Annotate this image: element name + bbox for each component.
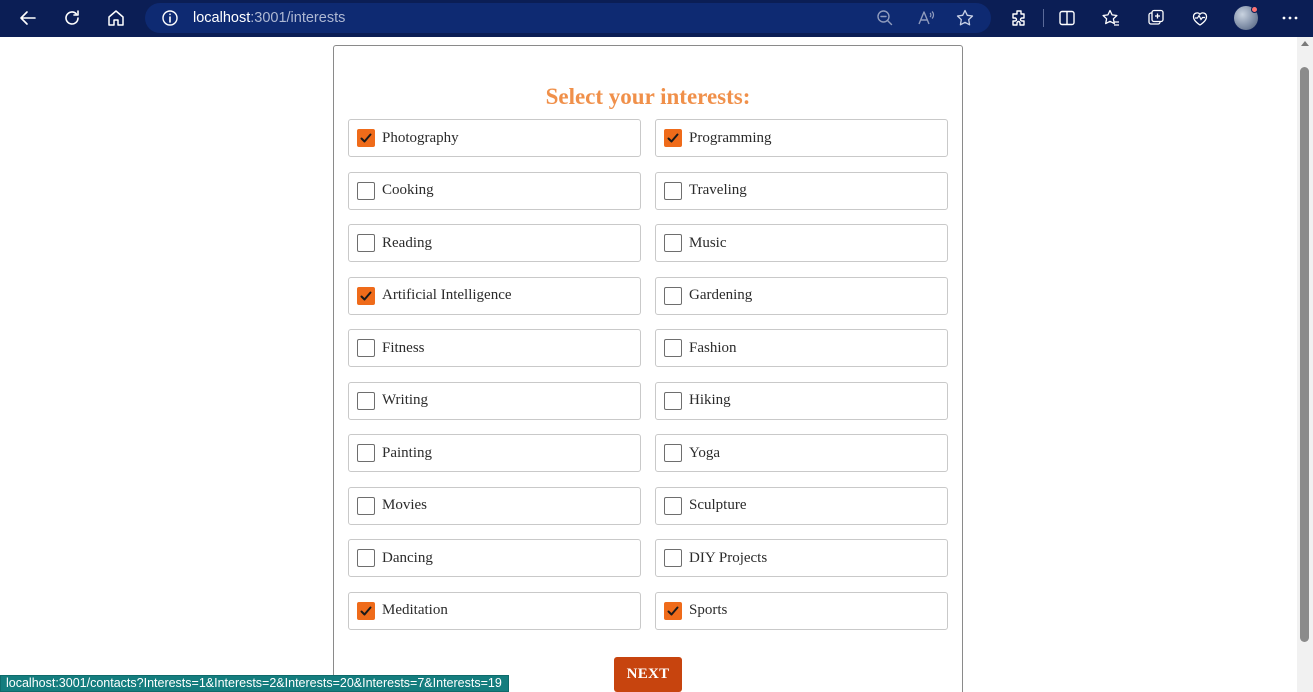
checkmark-icon (667, 133, 679, 143)
favorites-icon[interactable] (1096, 4, 1126, 32)
interest-option[interactable]: Programming (655, 119, 948, 157)
interest-option[interactable]: Sports (655, 591, 948, 630)
interest-label: Meditation (382, 602, 448, 618)
extensions-icon[interactable] (1004, 4, 1034, 32)
zoom-icon[interactable] (875, 8, 895, 28)
browser-toolbar: localhost:3001/interests (0, 0, 1313, 37)
more-menu-icon[interactable] (1275, 4, 1305, 32)
checkbox-checked[interactable] (357, 129, 375, 147)
checkbox-unchecked[interactable] (357, 496, 375, 515)
interest-label: Fitness (382, 339, 425, 356)
interest-label: Hiking (689, 392, 731, 408)
checkbox-unchecked[interactable] (357, 339, 375, 357)
toolbar-separator (1043, 9, 1044, 27)
checkbox-unchecked[interactable] (664, 339, 682, 357)
checkbox-unchecked[interactable] (664, 181, 682, 200)
page-title: Select your interests: (545, 84, 751, 109)
interest-option[interactable]: Fashion (655, 329, 948, 367)
favorite-star-icon[interactable] (955, 8, 975, 28)
interest-option[interactable]: Music (655, 224, 948, 262)
checkbox-unchecked[interactable] (357, 444, 375, 462)
interest-option[interactable]: Fitness (348, 329, 641, 367)
scroll-up-arrow-icon[interactable] (1301, 41, 1309, 46)
url-text[interactable]: localhost:3001/interests (193, 9, 345, 27)
checkbox-unchecked[interactable] (664, 496, 682, 515)
interest-label: Photography (382, 129, 459, 146)
checkbox-unchecked[interactable] (664, 391, 682, 410)
interest-label: Sports (689, 602, 728, 618)
interest-label: DIY Projects (689, 549, 768, 566)
back-icon[interactable] (13, 4, 43, 32)
next-button[interactable]: NEXT (614, 657, 682, 692)
checkmark-icon (667, 606, 679, 615)
checkbox-checked[interactable] (357, 286, 375, 305)
checkbox-unchecked[interactable] (357, 234, 375, 252)
interest-option[interactable]: Writing (348, 381, 641, 420)
interests-grid: Photography Programming Cooking Traveling Re… (348, 119, 948, 630)
interest-label: Movies (382, 497, 427, 513)
read-aloud-icon[interactable] (916, 8, 936, 28)
home-icon[interactable] (101, 4, 131, 32)
checkbox-unchecked[interactable] (664, 549, 682, 567)
checkbox-checked[interactable] (664, 601, 682, 620)
interest-option[interactable]: DIY Projects (655, 539, 948, 577)
interest-label: Fashion (689, 339, 737, 356)
address-bar[interactable]: localhost:3001/interests (145, 3, 991, 33)
checkmark-icon (360, 606, 372, 615)
interest-option[interactable]: Painting (348, 434, 641, 472)
interest-label: Dancing (382, 549, 433, 566)
interest-option[interactable]: Traveling (655, 171, 948, 210)
browser-essentials-icon[interactable] (1185, 4, 1215, 32)
interest-label: Programming (689, 129, 772, 146)
interest-label: Yoga (689, 444, 720, 461)
checkbox-checked[interactable] (357, 601, 375, 620)
url-path: :3001/interests (250, 10, 346, 26)
checkbox-unchecked[interactable] (664, 234, 682, 252)
checkmark-icon (360, 133, 372, 143)
page-viewport: Select your interests: Photography Progra… (0, 37, 1297, 692)
interest-label: Reading (382, 234, 432, 251)
checkmark-icon (360, 291, 372, 300)
interest-option[interactable]: Cooking (348, 171, 641, 210)
checkbox-unchecked[interactable] (664, 286, 682, 305)
interest-label: Artificial Intelligence (382, 287, 512, 303)
info-icon[interactable] (161, 9, 179, 27)
status-bar-link: localhost:3001/contacts?Interests=1&Inte… (0, 675, 509, 692)
interest-label: Cooking (382, 182, 434, 198)
interest-option[interactable]: Hiking (655, 381, 948, 420)
interest-option[interactable]: Sculpture (655, 486, 948, 525)
checkbox-checked[interactable] (664, 129, 682, 147)
interest-label: Writing (382, 392, 429, 408)
collections-icon[interactable] (1141, 4, 1171, 32)
interest-option[interactable]: Gardening (655, 276, 948, 315)
interests-form: Select your interests: Photography Progra… (333, 45, 963, 692)
interest-option[interactable]: Artificial Intelligence (348, 276, 641, 315)
interest-label: Painting (382, 444, 433, 461)
refresh-icon[interactable] (57, 4, 87, 32)
checkbox-unchecked[interactable] (357, 549, 375, 567)
url-host: localhost (193, 10, 251, 26)
vertical-scrollbar[interactable] (1297, 37, 1313, 692)
checkbox-unchecked[interactable] (357, 181, 375, 200)
interest-option[interactable]: Yoga (655, 434, 948, 472)
scroll-thumb[interactable] (1300, 67, 1309, 642)
interest-label: Sculpture (689, 497, 747, 513)
interest-label: Traveling (689, 182, 747, 198)
interest-option[interactable]: Photography (348, 119, 641, 157)
interest-label: Gardening (689, 287, 753, 303)
split-screen-icon[interactable] (1052, 4, 1082, 32)
interest-option[interactable]: Dancing (348, 539, 641, 577)
interest-option[interactable]: Movies (348, 486, 641, 525)
notification-dot (1251, 6, 1258, 13)
interest-option[interactable]: Meditation (348, 591, 641, 630)
checkbox-unchecked[interactable] (664, 444, 682, 462)
interest-label: Music (689, 234, 727, 251)
interest-option[interactable]: Reading (348, 224, 641, 262)
checkbox-unchecked[interactable] (357, 391, 375, 410)
